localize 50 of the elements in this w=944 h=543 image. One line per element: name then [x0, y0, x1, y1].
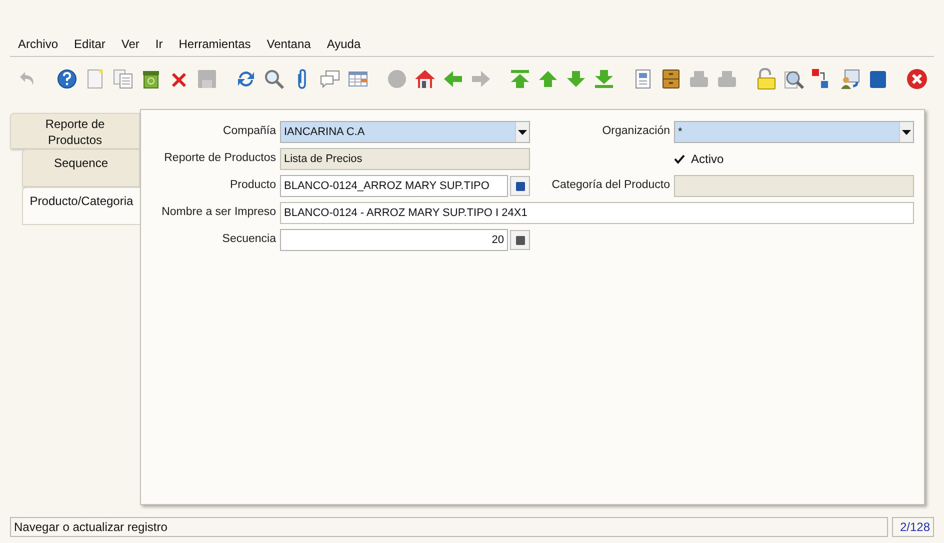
- menu-item[interactable]: Ir: [155, 35, 163, 53]
- tab[interactable]: Sequence: [22, 149, 140, 187]
- field-label: Secuencia: [221, 232, 276, 248]
- caret-icon: [515, 122, 529, 142]
- text-field[interactable]: BLANCO-0124 - ARROZ MARY SUP.TIPO I 24X1: [280, 202, 914, 224]
- search-icon[interactable]: [263, 68, 285, 90]
- checkbox-label: Activo: [691, 151, 724, 168]
- field-label: Producto: [228, 178, 276, 194]
- menu-item[interactable]: Ventana: [266, 35, 311, 53]
- up-arrow-icon[interactable]: [537, 68, 559, 90]
- square-icon: [516, 182, 524, 190]
- recycle-bin-icon[interactable]: [140, 68, 162, 90]
- field-label: Categoría del Producto: [550, 178, 670, 194]
- field-label: Compañía: [222, 124, 276, 140]
- caret-icon: [899, 122, 913, 142]
- box-icon[interactable]: [867, 68, 889, 90]
- close-icon[interactable]: [906, 68, 928, 90]
- dropdown-field[interactable]: *: [674, 121, 914, 143]
- home-icon[interactable]: [414, 68, 436, 90]
- first-record-icon[interactable]: [509, 68, 531, 90]
- people-icon[interactable]: [839, 68, 861, 90]
- help-icon[interactable]: [56, 68, 78, 90]
- menu-item[interactable]: Ayuda: [326, 35, 361, 53]
- menu-item[interactable]: Editar: [74, 35, 106, 53]
- dropdown-field[interactable]: IANCARINA C.A: [280, 121, 530, 143]
- text-field[interactable]: Lista de Precios: [280, 148, 530, 170]
- menu-item[interactable]: Herramientas: [178, 35, 251, 53]
- menu-item[interactable]: Archivo: [18, 35, 58, 53]
- menu-item[interactable]: Ver: [121, 35, 140, 53]
- status-bar: Navegar o actualizar registro: [10, 517, 888, 537]
- record-counter: 2/128: [892, 517, 934, 537]
- lookup-button[interactable]: [510, 176, 530, 196]
- field-label: Nombre a ser Impreso: [160, 205, 276, 220]
- left-arrow-icon[interactable]: [442, 68, 464, 90]
- chat-icon[interactable]: [319, 68, 341, 90]
- search-field[interactable]: BLANCO-0124_ARROZ MARY SUP.TIPO: [280, 175, 508, 197]
- text-field[interactable]: [674, 175, 914, 197]
- number-field[interactable]: 20: [280, 229, 508, 251]
- tab[interactable]: Reporte de Productos: [10, 113, 140, 149]
- padlock-icon[interactable]: [755, 68, 777, 90]
- field-label: Organización: [601, 124, 670, 140]
- checkbox[interactable]: [674, 154, 685, 164]
- calculator-button[interactable]: [510, 230, 530, 250]
- down-arrow-icon[interactable]: [565, 68, 587, 90]
- copy-icon[interactable]: [112, 68, 134, 90]
- square-icon: [516, 236, 524, 244]
- tab[interactable]: Producto/Categoria: [22, 187, 140, 225]
- last-record-icon[interactable]: [593, 68, 615, 90]
- field-label: Reporte de Productos: [163, 151, 276, 166]
- cabinet-icon[interactable]: [660, 68, 682, 90]
